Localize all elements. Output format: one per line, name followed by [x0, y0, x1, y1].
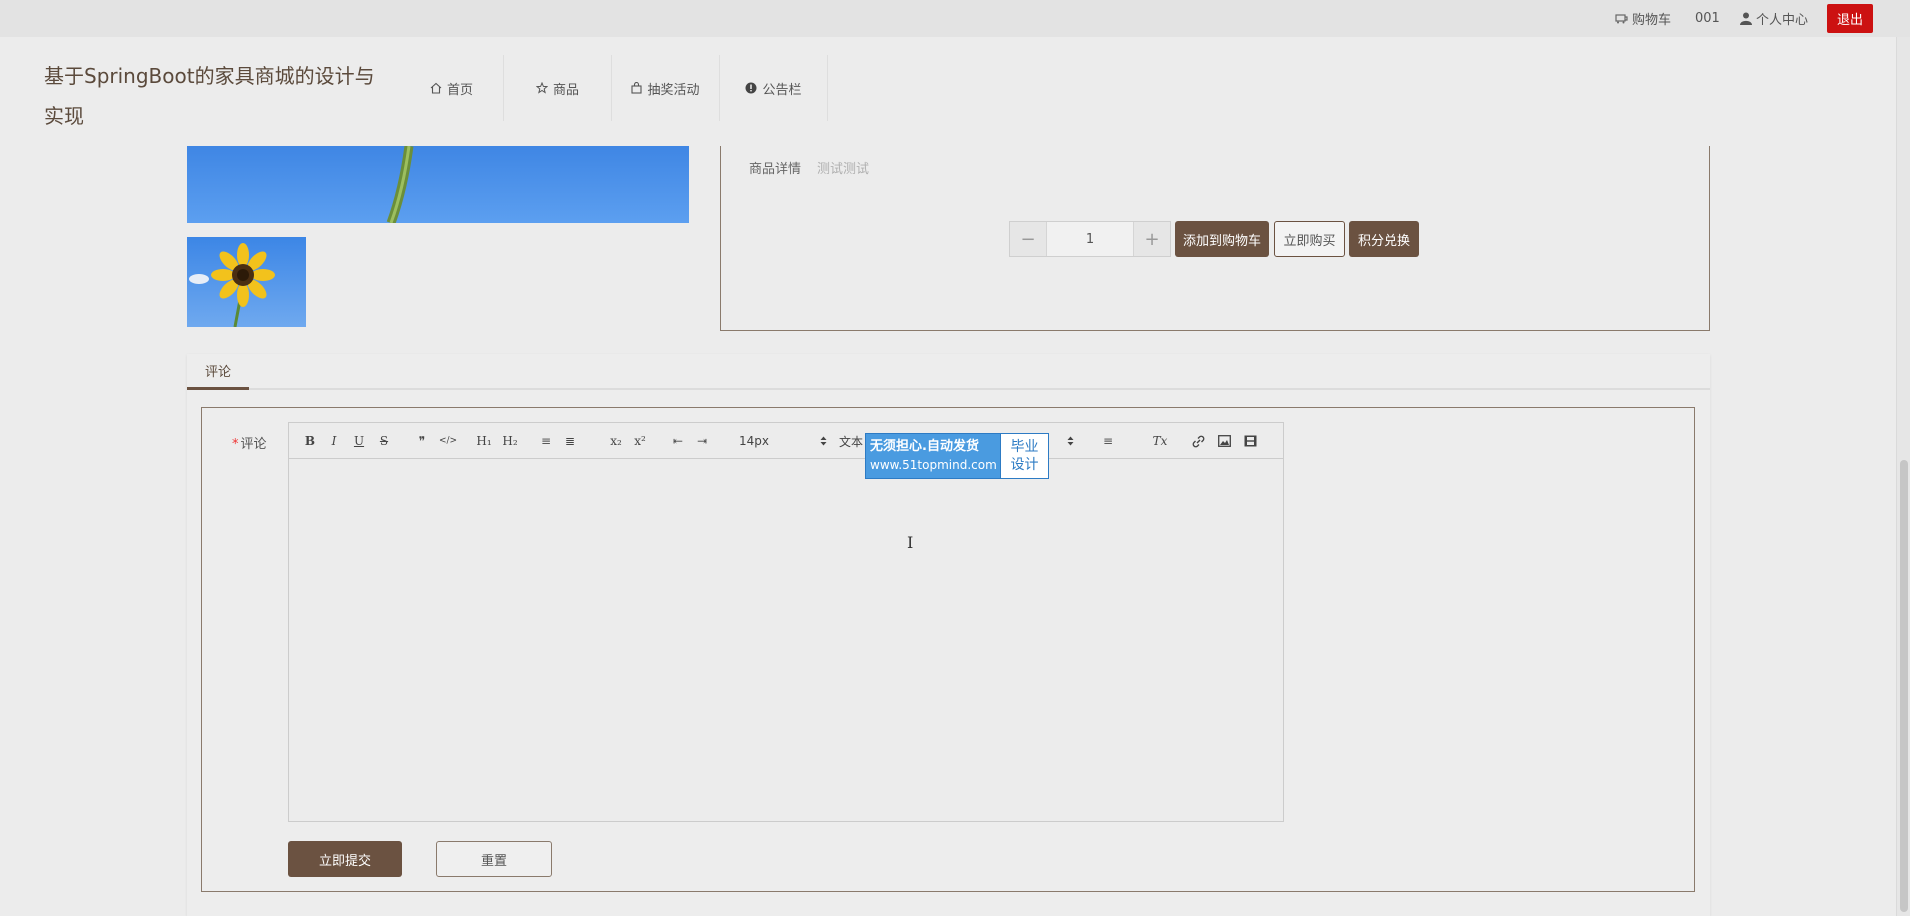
nav-products-label: 商品	[552, 82, 579, 98]
quantity-stepper: − 1 +	[1009, 221, 1171, 257]
top-bar: 购物车 001 个人中心 退出	[0, 0, 1910, 37]
points-exchange-button[interactable]: 积分兑换	[1349, 221, 1419, 257]
font-size-select[interactable]: 14px	[739, 432, 827, 450]
required-mark: *	[232, 437, 239, 452]
nav-item-lottery[interactable]: 抽奖活动	[612, 55, 720, 121]
underline-button[interactable]: U	[350, 432, 368, 450]
nav-item-notices[interactable]: 公告栏	[720, 55, 828, 121]
comment-field-label: * 评论	[232, 433, 267, 452]
bag-icon	[631, 82, 643, 94]
nav-lottery-label: 抽奖活动	[647, 82, 700, 98]
subscript-button[interactable]: x₂	[607, 432, 625, 450]
add-to-cart-button[interactable]: 添加到购物车	[1175, 221, 1269, 257]
select-arrows-icon	[820, 436, 827, 446]
submit-button[interactable]: 立即提交	[288, 841, 402, 877]
product-main-image	[187, 146, 689, 223]
comment-tab-bar: 评论	[187, 354, 1710, 390]
outdent-button[interactable]: ⇤	[669, 432, 687, 450]
video-icon	[1244, 435, 1256, 447]
bullet-list-button[interactable]: ≣	[561, 432, 579, 450]
nav-item-products[interactable]: 商品	[504, 55, 612, 121]
align-button[interactable]: ≡	[1099, 432, 1117, 450]
flower-stem-graphic	[386, 146, 414, 223]
strike-button[interactable]: S	[375, 432, 393, 450]
username-label: 001	[1695, 0, 1720, 37]
nav-item-home[interactable]: 首页	[400, 55, 504, 121]
scrollbar-thumb[interactable]	[1900, 460, 1908, 912]
superscript-button[interactable]: x²	[631, 432, 649, 450]
watermark-right-line1: 毕业	[1010, 439, 1039, 455]
page-scrollbar[interactable]	[1896, 37, 1910, 916]
font-style-value: 文本	[839, 434, 864, 449]
rich-text-editor: B I U S ❞ </> H₁ H₂ ≡ ≣ x₂ x² ⇤ ⇥ 14px 文…	[288, 422, 1284, 822]
product-info-panel: 商品详情 测试测试 − 1 + 添加到购物车 立即购买 积分兑换	[720, 146, 1710, 331]
header-2-button[interactable]: H₂	[501, 432, 519, 450]
comment-editor-body[interactable]	[289, 460, 1283, 821]
info-circle-icon	[745, 82, 757, 94]
user-center-link[interactable]: 个人中心	[1740, 0, 1808, 37]
user-center-label: 个人中心	[1756, 13, 1809, 28]
cart-label: 购物车	[1632, 13, 1672, 28]
header-1-button[interactable]: H₁	[475, 432, 493, 450]
product-thumbnail[interactable]	[187, 237, 306, 327]
clear-format-button[interactable]: Tx	[1151, 432, 1169, 450]
code-block-button[interactable]: </>	[439, 432, 457, 450]
sunflower-graphic	[189, 243, 275, 327]
text-cursor-icon: I	[907, 533, 914, 552]
comment-panel: 评论 * 评论 B I U S ❞ </> H₁ H₂ ≡ ≣ x₂ x² ⇤ ⇥	[187, 354, 1710, 916]
product-detail-label: 商品详情	[749, 162, 802, 177]
star-icon	[535, 82, 548, 94]
user-icon	[1740, 12, 1752, 25]
italic-button[interactable]: I	[325, 432, 343, 450]
link-button[interactable]	[1189, 432, 1207, 450]
logout-button[interactable]: 退出	[1827, 4, 1873, 33]
select-arrows-icon	[1067, 436, 1074, 446]
ordered-list-button[interactable]: ≡	[537, 432, 555, 450]
quantity-input[interactable]: 1	[1046, 222, 1134, 256]
comment-form: * 评论 B I U S ❞ </> H₁ H₂ ≡ ≣ x₂ x² ⇤ ⇥ 14…	[201, 407, 1695, 892]
video-button[interactable]	[1241, 432, 1259, 450]
blockquote-button[interactable]: ❞	[413, 432, 431, 450]
home-icon	[430, 82, 442, 94]
product-detail-value: 测试测试	[817, 162, 870, 177]
watermark-line1: 无须担心.自动发货	[870, 439, 979, 454]
link-icon	[1192, 435, 1204, 447]
site-title[interactable]: 基于SpringBoot的家具商城的设计与实现	[44, 56, 394, 136]
cart-link[interactable]: 购物车	[1615, 0, 1671, 37]
nav-home-label: 首页	[446, 82, 473, 98]
reset-button[interactable]: 重置	[436, 841, 552, 877]
username-text: 001	[1695, 11, 1720, 26]
image-icon	[1217, 435, 1231, 447]
quantity-increment-button[interactable]: +	[1134, 222, 1170, 256]
comment-label-text: 评论	[240, 437, 267, 452]
cart-icon	[1615, 14, 1628, 24]
tab-comments[interactable]: 评论	[187, 354, 249, 390]
indent-button[interactable]: ⇥	[693, 432, 711, 450]
nav-notices-label: 公告栏	[762, 82, 802, 98]
font-size-value: 14px	[739, 434, 769, 448]
image-button[interactable]	[1215, 432, 1233, 450]
buy-now-button[interactable]: 立即购买	[1274, 221, 1345, 257]
main-nav: 首页 商品 抽奖活动 公告栏	[400, 55, 828, 121]
quantity-decrement-button[interactable]: −	[1010, 222, 1046, 256]
bold-button[interactable]: B	[301, 432, 319, 450]
editor-toolbar: B I U S ❞ </> H₁ H₂ ≡ ≣ x₂ x² ⇤ ⇥ 14px 文…	[289, 423, 1283, 459]
